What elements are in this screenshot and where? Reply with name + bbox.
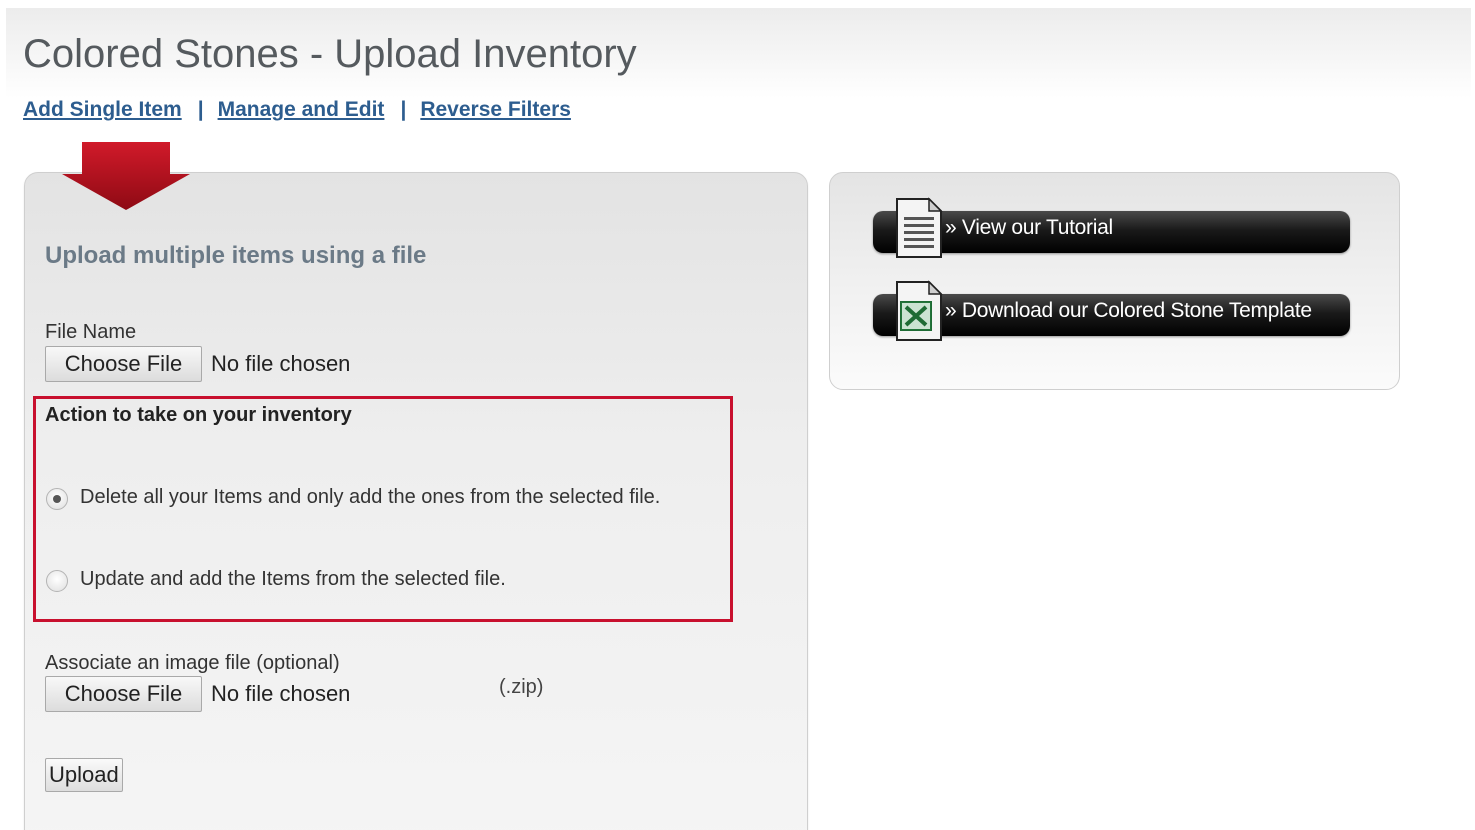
nav-manage-and-edit[interactable]: Manage and Edit	[218, 98, 385, 121]
excel-icon	[896, 280, 943, 341]
file-name-label: File Name	[45, 321, 137, 343]
down-arrow-icon	[62, 142, 190, 210]
radio-delete-all[interactable]	[46, 488, 68, 510]
download-template-label: » Download our Colored Stone Template	[945, 299, 1312, 322]
nav-add-single-item[interactable]: Add Single Item	[23, 98, 182, 121]
image-file-label: Associate an image file (optional)	[45, 652, 340, 674]
upload-panel-heading: Upload multiple items using a file	[45, 242, 427, 269]
nav-reverse-filters[interactable]: Reverse Filters	[420, 98, 571, 121]
nav-separator: |	[400, 98, 407, 121]
view-tutorial-button[interactable]: » View our Tutorial	[873, 197, 1350, 258]
nav-separator: |	[197, 98, 204, 121]
download-template-button[interactable]: » Download our Colored Stone Template	[873, 280, 1350, 341]
radio-update-add[interactable]	[46, 570, 68, 592]
page: Colored Stones - Upload Inventory Add Si…	[0, 0, 1475, 830]
upload-button[interactable]: Upload	[45, 758, 123, 792]
view-tutorial-label: » View our Tutorial	[945, 216, 1113, 239]
choose-image-file-button[interactable]: Choose File	[45, 676, 202, 712]
no-file-chosen-text: No file chosen	[211, 351, 351, 376]
page-title: Colored Stones - Upload Inventory	[23, 32, 637, 76]
document-icon	[896, 197, 943, 258]
zip-hint: (.zip)	[499, 676, 544, 698]
image-no-file-chosen-text: No file chosen	[211, 681, 351, 706]
radio-delete-all-label[interactable]: Delete all your Items and only add the o…	[80, 486, 660, 509]
radio-update-add-label[interactable]: Update and add the Items from the select…	[80, 568, 506, 591]
choose-file-button[interactable]: Choose File	[45, 346, 202, 382]
nav-links: Add Single Item | Manage and Edit | Reverse …	[23, 98, 571, 122]
action-title: Action to take on your inventory	[45, 404, 352, 426]
